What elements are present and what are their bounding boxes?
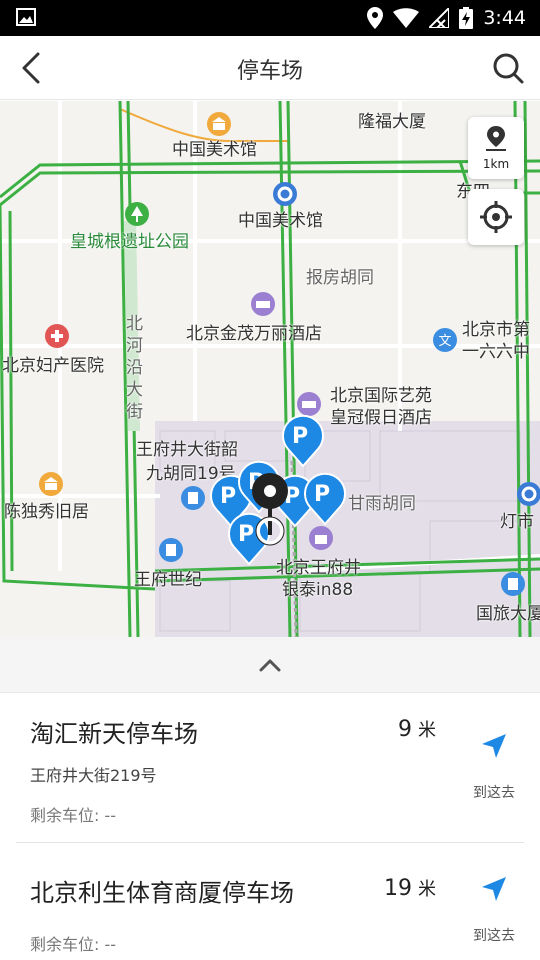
- locate-button[interactable]: [468, 189, 524, 245]
- parking-marker[interactable]: P: [302, 469, 348, 525]
- parking-name: 北京利生体育商厦停车场: [30, 879, 294, 907]
- poi-label: 银泰in88: [282, 580, 354, 600]
- location-pin-icon: [486, 126, 506, 151]
- school-icon: 文: [433, 328, 457, 352]
- status-time: 3:44: [483, 7, 526, 29]
- parking-address: 王府井大街219号: [30, 766, 157, 785]
- sheet-handle[interactable]: [0, 637, 540, 693]
- distance-unit: 米: [418, 879, 436, 900]
- scale-label: 1km: [482, 157, 510, 171]
- museum-icon: [39, 472, 63, 496]
- parking-name: 淘汇新天停车场: [30, 720, 198, 748]
- search-icon[interactable]: [490, 50, 526, 86]
- chevron-up-icon[interactable]: [258, 655, 282, 675]
- building-icon: [501, 572, 525, 596]
- parking-list: 淘汇新天停车场 9米 王府井大街219号 剩余车位: -- 到这去 北京利生体育…: [0, 694, 540, 960]
- wifi-icon: [393, 8, 420, 28]
- crosshair-icon: [480, 201, 512, 233]
- no-signal-icon: [429, 8, 450, 28]
- poi-label: 街: [126, 402, 143, 422]
- museum-icon: [207, 112, 231, 136]
- page-title: 停车场: [236, 59, 303, 84]
- poi-label: 国旅大厦: [476, 604, 540, 624]
- hotel-icon: [251, 292, 275, 316]
- parking-distance: 19 米: [384, 875, 436, 901]
- parking-available: 剩余车位: --: [30, 806, 117, 825]
- app-bar: 停车场: [0, 36, 540, 100]
- svg-text:文: 文: [438, 334, 451, 349]
- poi-label: 皇冠假日酒店: [330, 408, 432, 428]
- battery-charging-icon: [459, 7, 474, 29]
- poi-label: 王府世纪: [134, 570, 202, 590]
- poi-label: 陈独秀旧居: [4, 502, 89, 522]
- scale-button[interactable]: 1km: [468, 117, 524, 179]
- distance-unit: 米: [418, 720, 436, 741]
- poi-label: 中国美术馆: [172, 140, 257, 160]
- list-item[interactable]: 北京利生体育商厦停车场 19 米 剩余车位: -- 到这去: [0, 843, 540, 960]
- poi-label: 北京金茂万丽酒店: [186, 324, 322, 344]
- distance-value: 9: [398, 717, 412, 742]
- list-item[interactable]: 淘汇新天停车场 9米 王府井大街219号 剩余车位: -- 到这去: [0, 694, 540, 843]
- poi-label: 报房胡同: [306, 268, 374, 288]
- poi-label: 甘雨胡同: [348, 494, 416, 514]
- parking-marker[interactable]: P: [280, 411, 326, 467]
- svg-text:P: P: [220, 484, 236, 509]
- svg-text:P: P: [292, 424, 308, 449]
- poi-label: 中国美术馆: [238, 211, 323, 231]
- svg-text:P: P: [314, 482, 330, 507]
- poi-label: 一六六中: [462, 342, 530, 362]
- navigate-arrow-icon: [482, 877, 506, 901]
- shopping-icon: [309, 526, 333, 550]
- distance-value: 19: [384, 876, 412, 901]
- navigate-arrow-icon: [482, 734, 506, 758]
- poi-label: 皇城根遗址公园: [70, 232, 189, 252]
- building-icon: [181, 486, 205, 510]
- parking-available: 剩余车位: --: [30, 935, 117, 954]
- metro-icon: [273, 182, 297, 206]
- navigate-label: 到这去: [473, 928, 515, 944]
- navigate-button[interactable]: 到这去: [462, 732, 526, 802]
- poi-label: 北京妇产医院: [2, 356, 104, 376]
- poi-label: 王府井大街韶: [136, 440, 238, 460]
- hospital-icon: [45, 324, 69, 348]
- poi-label: 灯市: [500, 512, 534, 532]
- poi-label: 隆福大厦: [358, 112, 426, 132]
- gallery-notification-icon: [16, 8, 36, 26]
- metro-icon: [517, 482, 540, 506]
- navigate-button[interactable]: 到这去: [462, 875, 526, 945]
- parking-distance: 9米: [398, 716, 436, 742]
- location-icon: [367, 7, 384, 29]
- park-icon: [125, 202, 149, 226]
- navigate-label: 到这去: [473, 785, 515, 801]
- status-bar: 3:44: [0, 0, 540, 36]
- map-view[interactable]: 隆福大厦 中国美术馆 中国美术馆 皇城根遗址公园 报房胡同 北京金茂万丽酒店 北…: [0, 101, 540, 637]
- building-icon: [159, 538, 183, 562]
- current-location-pin-icon: [252, 473, 288, 546]
